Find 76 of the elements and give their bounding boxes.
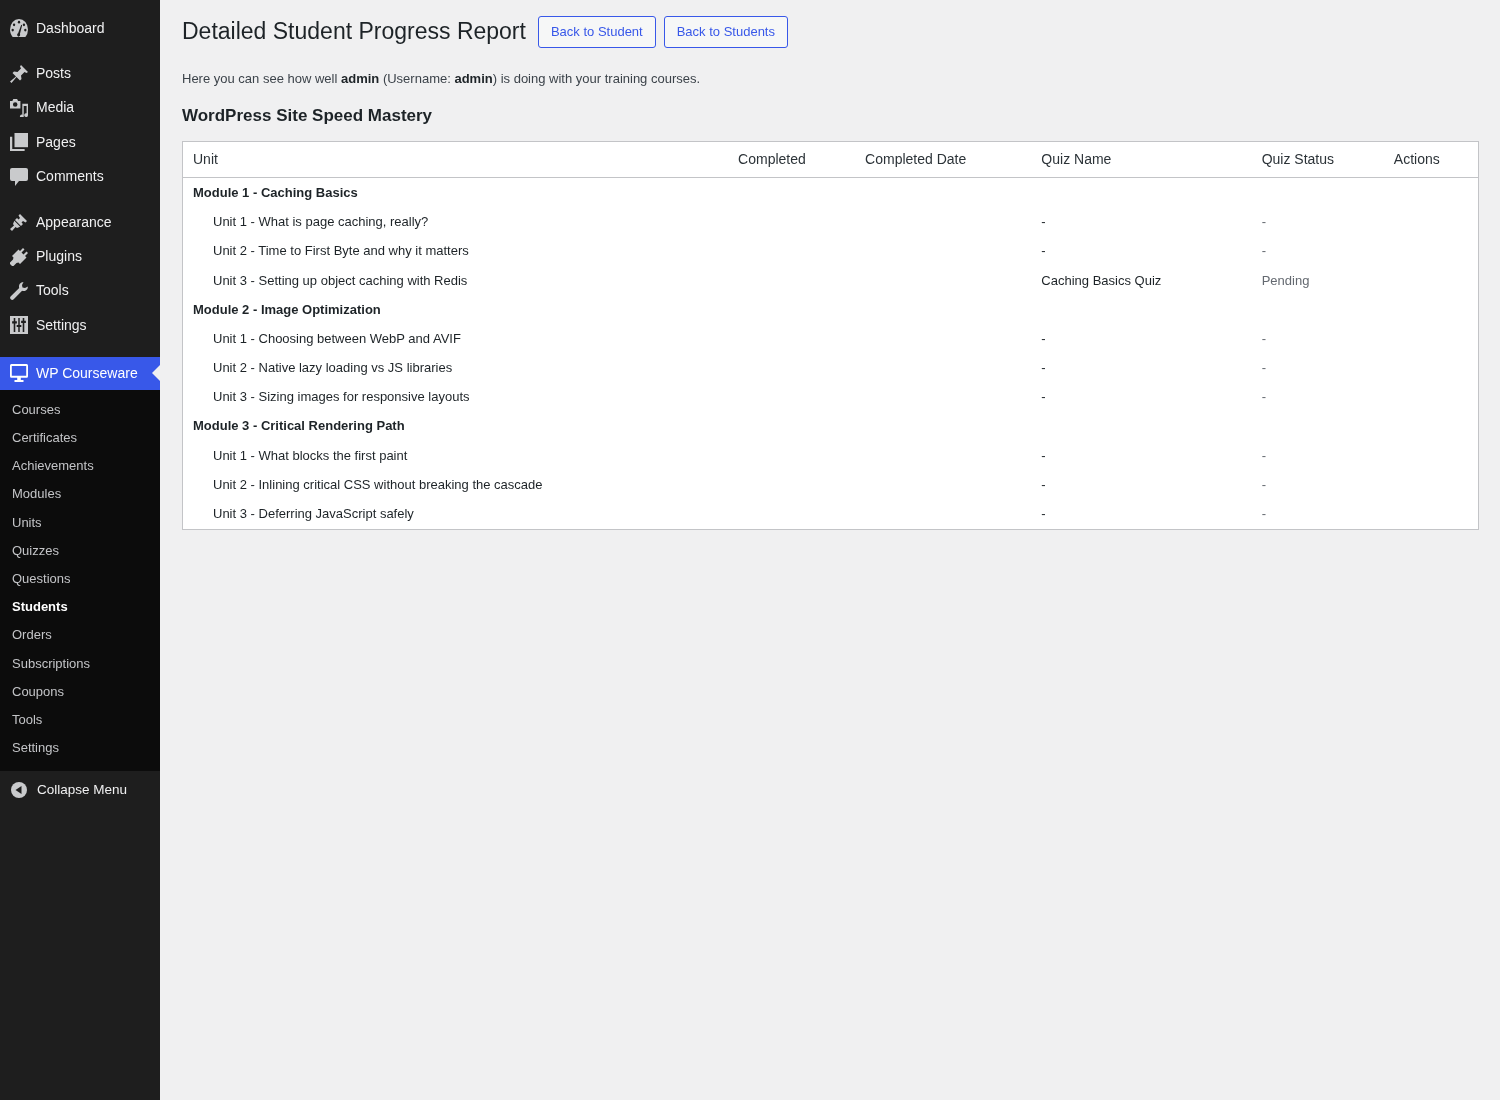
- unit-title: Unit 2 - Native lazy loading vs JS libraries: [182, 353, 729, 383]
- unit-title: Unit 2 - Inlining critical CSS without breaking the cascade: [182, 470, 729, 500]
- table-cell: -: [1031, 382, 1252, 412]
- table-cell: -: [1031, 324, 1252, 354]
- submenu-item[interactable]: Units: [0, 508, 160, 537]
- table-cell: -: [1031, 441, 1252, 471]
- unit-title: Unit 2 - Time to First Byte and why it matters: [182, 236, 729, 267]
- table-cell: -: [1251, 499, 1384, 530]
- table-cell: -: [1251, 441, 1384, 471]
- paintbrush-icon: [10, 213, 28, 232]
- table-cell: -: [1251, 236, 1384, 267]
- table-cell: -: [1031, 236, 1252, 267]
- table-cell: -: [1031, 499, 1252, 530]
- column-header: Completed: [728, 141, 856, 178]
- column-header: Quiz Name: [1031, 141, 1252, 178]
- left-arrow-circle-icon: [11, 781, 27, 798]
- unit-title: Unit 1 - What is page caching, really?: [182, 207, 729, 237]
- menu-item[interactable]: WP Courseware: [0, 356, 160, 390]
- column-header: Quiz Status: [1251, 141, 1384, 178]
- back-button[interactable]: Back to Student: [537, 16, 656, 48]
- table-cell: Pending: [1251, 266, 1384, 296]
- table-cell: -: [1251, 470, 1384, 500]
- pushpin-icon: [10, 64, 28, 83]
- unit-title: Unit 3 - Deferring JavaScript safely: [182, 499, 729, 530]
- menu-item[interactable]: Media: [0, 90, 160, 126]
- column-header: Completed Date: [855, 141, 1032, 178]
- submenu-item[interactable]: Courses: [0, 395, 160, 424]
- table-cell: -: [1251, 382, 1384, 412]
- submenu-item[interactable]: Modules: [0, 480, 160, 509]
- submenu-item[interactable]: Certificates: [0, 423, 160, 452]
- wrench-icon: [10, 281, 28, 300]
- gauge-icon: [10, 19, 28, 38]
- submenu-item[interactable]: Subscriptions: [0, 649, 160, 678]
- menu-item[interactable]: Plugins: [0, 239, 160, 274]
- table-cell: -: [1031, 353, 1252, 383]
- back-button[interactable]: Back to Students: [663, 16, 788, 48]
- menu-item[interactable]: Comments: [0, 159, 160, 194]
- table-cell: -: [1031, 207, 1252, 237]
- table-cell: -: [1251, 353, 1384, 383]
- monitor-icon: [10, 364, 28, 382]
- pages-icon: [10, 133, 28, 152]
- sliders-icon: [10, 316, 28, 335]
- speech-bubble-icon: [10, 167, 28, 186]
- menu-item[interactable]: Settings: [0, 308, 160, 343]
- column-header: Actions: [1383, 141, 1479, 178]
- module-title: Module 1 - Caching Basics: [182, 178, 1479, 208]
- submenu-item[interactable]: Settings: [0, 733, 160, 762]
- submenu-item[interactable]: Coupons: [0, 677, 160, 706]
- menu-item[interactable]: Posts: [0, 56, 160, 91]
- table-cell: -: [1251, 324, 1384, 354]
- unit-title: Unit 3 - Setting up object caching with Redis: [182, 266, 729, 296]
- submenu-item[interactable]: Students: [0, 592, 160, 621]
- submenu-item[interactable]: Questions: [0, 564, 160, 593]
- submenu-item[interactable]: Orders: [0, 621, 160, 650]
- menu-item[interactable]: Appearance: [0, 204, 160, 240]
- menu-item[interactable]: Pages: [0, 125, 160, 160]
- submenu-item[interactable]: Achievements: [0, 451, 160, 481]
- unit-title: Unit 1 - Choosing between WebP and AVIF: [182, 324, 729, 354]
- intro-text: Here you can see how well admin (Username: admin) is doing with your training courses.: [182, 70, 702, 88]
- submenu-item[interactable]: Tools: [0, 705, 160, 734]
- menu-item[interactable]: Tools: [0, 273, 160, 309]
- table-cell: Caching Basics Quiz: [1031, 266, 1252, 296]
- media-icon: [10, 98, 28, 117]
- submenu-item[interactable]: Quizzes: [0, 536, 160, 565]
- module-title: Module 2 - Image Optimization: [182, 295, 1479, 325]
- menu-item[interactable]: Dashboard: [0, 11, 160, 46]
- page-title: Detailed Student Progress Report: [182, 17, 526, 47]
- course-title: WordPress Site Speed Mastery: [182, 105, 434, 126]
- table-cell: -: [1251, 207, 1384, 237]
- plug-icon: [10, 247, 28, 266]
- column-header: Unit: [182, 141, 729, 178]
- unit-title: Unit 1 - What blocks the first paint: [182, 441, 729, 471]
- module-title: Module 3 - Critical Rendering Path: [182, 412, 1479, 442]
- pointer-icon: [152, 365, 160, 381]
- unit-title: Unit 3 - Sizing images for responsive layouts: [182, 382, 729, 412]
- table-cell: -: [1031, 470, 1252, 500]
